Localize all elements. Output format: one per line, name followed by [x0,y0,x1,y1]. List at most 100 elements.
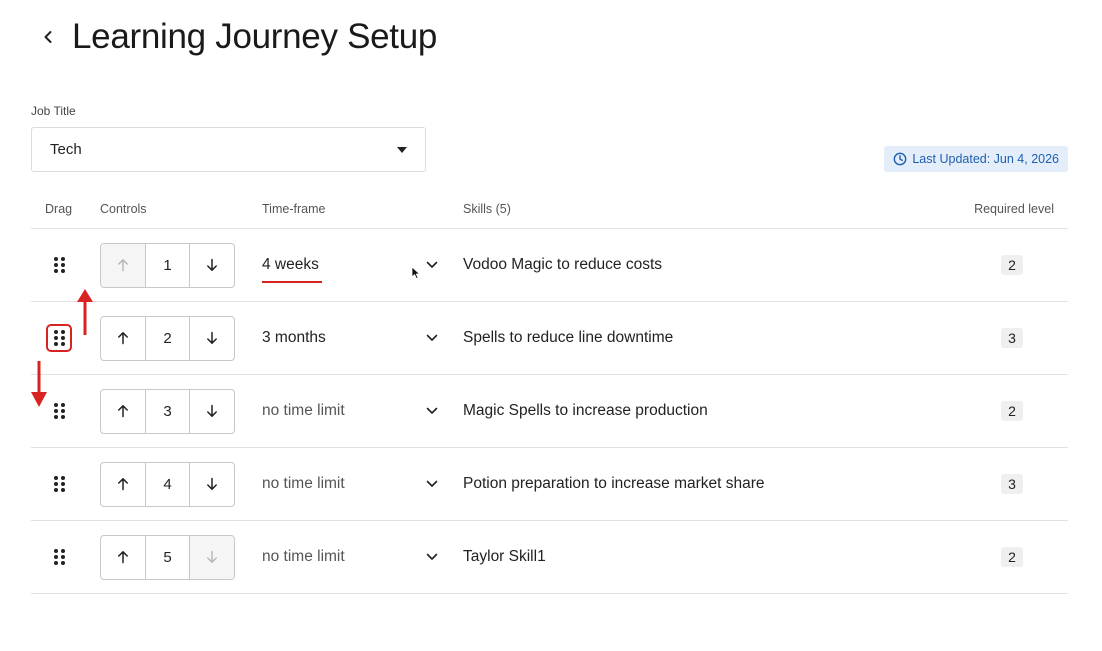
skill-name: Taylor Skill1 [463,548,546,565]
order-stepper: 4 [100,461,235,507]
table-row: 5 no time limit Taylor Skill1 2 [31,521,1068,594]
drag-cell [50,229,68,301]
drag-cell [50,448,68,520]
level-cell: 3 [1001,448,1023,520]
drag-dots-icon [53,403,58,407]
arrow-up-icon [118,551,128,564]
timeframe-select[interactable]: no time limit [262,475,438,493]
order-stepper: 5 [100,534,235,580]
order-stepper: 1 [100,242,235,288]
skill-name: Potion preparation to increase market sh… [463,475,765,492]
skills-table: Drag Controls Time-frame Skills (5) Requ… [31,192,1068,594]
chevron-down-icon [426,407,438,414]
move-down-button[interactable] [189,389,234,433]
order-number: 5 [163,548,172,566]
order-number: 4 [163,475,172,493]
arrow-up-icon [118,332,128,345]
drag-handle[interactable] [50,547,68,567]
back-button[interactable] [38,15,58,59]
move-up-button[interactable] [101,316,146,360]
timeframe-cell: 3 months [262,302,438,374]
table-row: 2 3 months Spells to reduce line downtim… [31,302,1068,375]
required-level-badge: 2 [1001,255,1023,275]
timeframe-value: no time limit [262,402,345,419]
drag-dots-icon [53,257,58,261]
level-cell: 3 [1001,302,1023,374]
timeframe-select[interactable]: no time limit [262,402,438,420]
arrow-up-icon [118,259,128,272]
controls-cell: 3 [100,375,235,447]
level-cell: 2 [1001,521,1023,593]
arrow-up-icon [118,478,128,491]
controls-cell: 4 [100,448,235,520]
arrow-down-icon [207,331,217,344]
order-stepper: 2 [100,315,235,361]
timeframe-value: no time limit [262,548,345,565]
chevron-down-icon [426,480,438,487]
mouse-cursor-icon [411,266,420,279]
arrow-down-annotation-icon [31,361,47,407]
page-header: Learning Journey Setup [38,14,437,60]
job-title-select[interactable]: Tech [31,127,426,172]
caret-down-icon [397,146,407,153]
move-down-button[interactable] [189,535,234,579]
arrow-down-icon [207,550,217,563]
clock-icon [893,152,907,166]
level-cell: 2 [1001,375,1023,447]
move-up-button[interactable] [101,243,146,287]
job-title-label: Job Title [31,104,76,118]
controls-cell: 1 [100,229,235,301]
timeframe-value: 4 weeks [262,256,322,283]
move-up-button[interactable] [101,389,146,433]
timeframe-value: no time limit [262,475,345,492]
timeframe-cell: 4 weeks [262,229,438,301]
drag-handle[interactable] [50,401,68,421]
order-stepper: 3 [100,388,235,434]
chevron-down-icon [426,553,438,560]
drag-dots-icon [53,476,58,480]
required-level-badge: 3 [1001,474,1023,494]
arrow-down-icon [207,477,217,490]
order-number: 3 [163,402,172,420]
move-down-button[interactable] [189,462,234,506]
col-drag: Drag [45,202,73,216]
controls-cell: 2 [100,302,235,374]
drag-handle[interactable] [50,474,68,494]
page-title: Learning Journey Setup [72,17,438,56]
required-level-badge: 2 [1001,401,1023,421]
controls-cell: 5 [100,521,235,593]
arrow-up-annotation-icon [77,289,93,335]
drag-cell [46,302,72,374]
arrow-down-icon [207,404,217,417]
move-up-button[interactable] [101,462,146,506]
drag-dots-icon [53,549,58,553]
order-number: 1 [163,256,172,274]
drag-cell [50,521,68,593]
last-updated-badge: Last Updated: Jun 4, 2026 [884,146,1068,172]
table-header: Drag Controls Time-frame Skills (5) Requ… [31,192,1068,229]
level-cell: 2 [1001,229,1023,301]
move-down-button[interactable] [189,316,234,360]
required-level-badge: 3 [1001,328,1023,348]
order-number: 2 [163,329,172,347]
drag-dots-icon [53,330,58,334]
table-row: 4 no time limit Potion preparation to in… [31,448,1068,521]
timeframe-value: 3 months [262,329,326,346]
arrow-down-icon [207,258,217,271]
timeframe-cell: no time limit [262,375,438,447]
chevron-down-icon [426,334,438,341]
move-down-button[interactable] [189,243,234,287]
timeframe-cell: no time limit [262,448,438,520]
required-level-badge: 2 [1001,547,1023,567]
timeframe-select[interactable]: no time limit [262,548,438,566]
table-row: 1 4 weeks Vodoo Magic to reduce costs 2 [31,229,1068,302]
chevron-left-icon [44,31,52,43]
last-updated-text: Last Updated: Jun 4, 2026 [912,152,1059,166]
drag-handle[interactable] [46,324,72,352]
col-controls: Controls [100,202,147,216]
timeframe-select[interactable]: 3 months [262,329,438,347]
drag-handle[interactable] [50,255,68,275]
skill-name: Spells to reduce line downtime [463,329,674,346]
move-up-button[interactable] [101,535,146,579]
job-title-value: Tech [50,141,82,158]
